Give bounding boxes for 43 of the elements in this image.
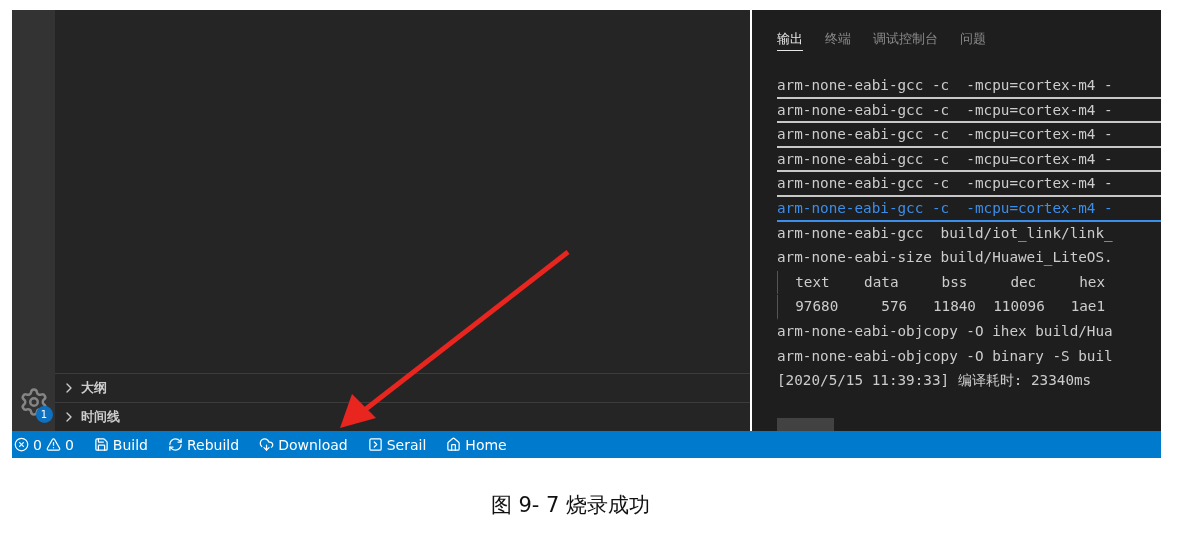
status-bar-item[interactable]: Serail bbox=[367, 436, 427, 453]
error-count[interactable]: 0 bbox=[14, 436, 42, 453]
output-line: arm-none-eabi-gcc -c -mcpu=cortex-m4 - bbox=[777, 196, 1161, 222]
output-line: arm-none-eabi-size build/Huawei_LiteOS. bbox=[777, 248, 1114, 268]
output-line: [2020/5/15 11:39:33] 编译耗时: 23340ms bbox=[777, 371, 1093, 391]
figure-caption: 图 9- 7 烧录成功 bbox=[489, 492, 652, 519]
status-bar-label: Rebuild bbox=[187, 436, 240, 453]
output-line: arm-none-eabi-objcopy -O ihex build/Hua bbox=[777, 321, 1114, 341]
scrollbar-thumb[interactable] bbox=[777, 418, 834, 431]
status-bar-label: Build bbox=[112, 436, 148, 453]
output-line: arm-none-eabi-gcc -c -mcpu=cortex-m4 - bbox=[777, 74, 1161, 99]
output-line: arm-none-eabi-gcc -c -mcpu=cortex-m4 - bbox=[777, 123, 1161, 148]
status-bar-label: Serail bbox=[386, 436, 427, 453]
output-line: text data bss dec hex bbox=[777, 270, 1161, 296]
home-icon bbox=[446, 437, 462, 452]
refresh-icon bbox=[168, 437, 183, 452]
status-bar-label: Download bbox=[278, 436, 348, 453]
status-bar-item[interactable]: Home bbox=[446, 436, 507, 453]
output-line: arm-none-eabi-gcc -c -mcpu=cortex-m4 - bbox=[777, 98, 1161, 124]
panel-tab[interactable]: 终端 bbox=[825, 30, 851, 51]
warning-count[interactable]: 0 bbox=[45, 436, 74, 453]
error-count-text: 0 bbox=[33, 436, 42, 453]
floppy-icon bbox=[93, 437, 109, 452]
error-icon bbox=[14, 437, 29, 452]
output-line: arm-none-eabi-objcopy -O binary -S buil bbox=[777, 346, 1114, 366]
panel-tab[interactable]: 输出 bbox=[777, 30, 803, 51]
output-line: arm-none-eabi-gcc -c -mcpu=cortex-m4 - bbox=[777, 147, 1161, 173]
cloud-download-icon bbox=[259, 437, 275, 452]
status-bar-label: Home bbox=[465, 436, 507, 453]
output-line: arm-none-eabi-gcc -c -mcpu=cortex-m4 - bbox=[777, 172, 1161, 197]
output-line: arm-none-eabi-gcc build/iot_link/link_ bbox=[777, 223, 1114, 244]
status-bar-item[interactable]: Rebuild bbox=[168, 436, 240, 453]
status-bar-item[interactable]: Download bbox=[259, 436, 348, 453]
output-line: 97680 576 11840 110096 1ae1 bbox=[777, 295, 1161, 320]
notification-badge: 1 bbox=[35, 406, 53, 423]
settings-icon[interactable] bbox=[18, 387, 49, 417]
status-bar-item[interactable]: Build bbox=[93, 436, 148, 453]
panel-tab[interactable]: 调试控制台 bbox=[873, 30, 938, 51]
panel-tab[interactable]: 问题 bbox=[960, 30, 986, 51]
warning-icon bbox=[45, 437, 61, 452]
terminal-icon bbox=[367, 437, 383, 452]
sidebar-section[interactable]: 大纲 bbox=[55, 373, 750, 402]
warning-count-text: 0 bbox=[64, 436, 74, 453]
